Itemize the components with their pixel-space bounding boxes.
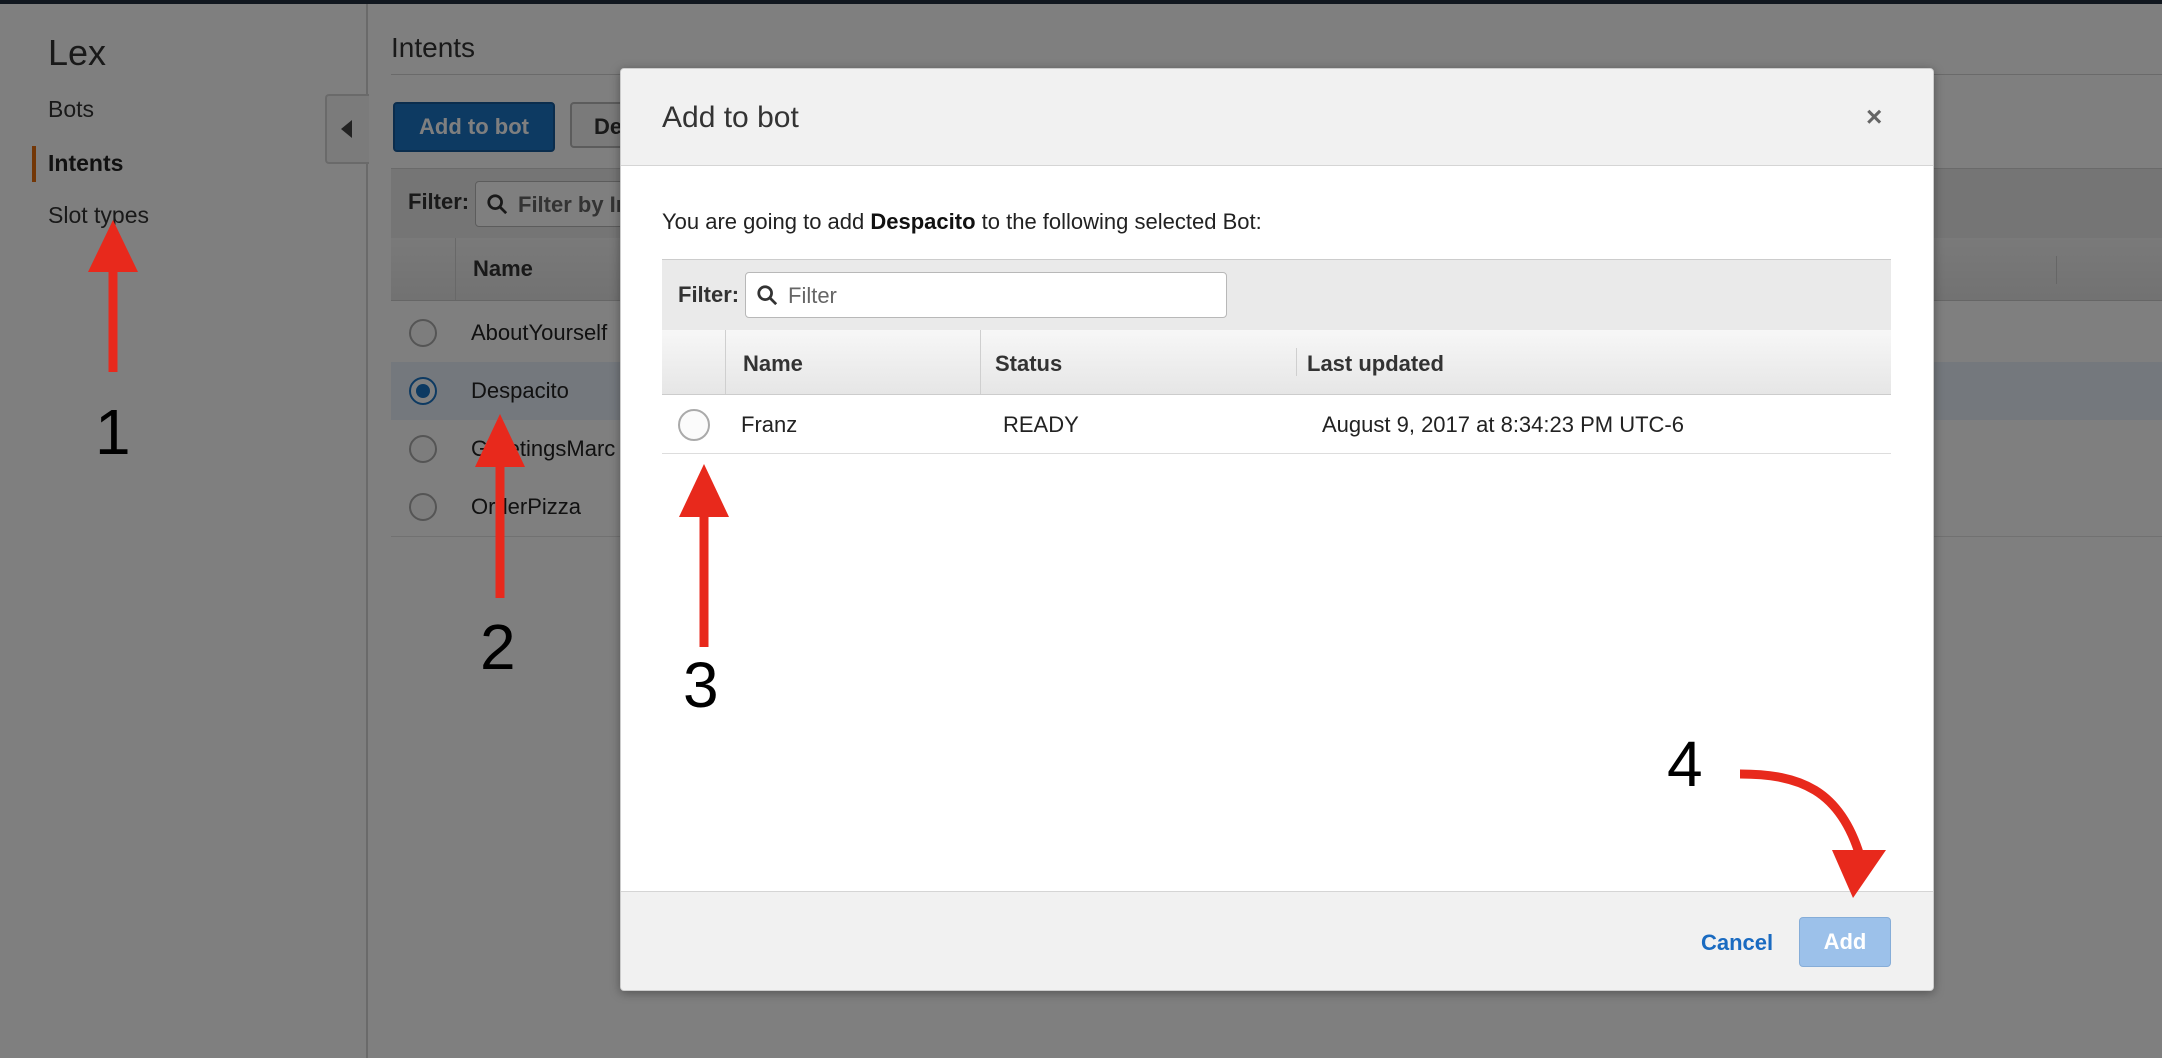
step-number-1: 1: [95, 396, 131, 468]
step-number-3: 3: [683, 649, 719, 721]
step-number-4: 4: [1667, 728, 1703, 800]
annotation-layer: [88, 220, 1886, 898]
arrow-2: [475, 414, 525, 598]
arrow-3: [679, 464, 729, 647]
arrow-4: [1739, 769, 1886, 898]
arrow-1: [88, 220, 138, 372]
step-number-2: 2: [480, 611, 516, 683]
